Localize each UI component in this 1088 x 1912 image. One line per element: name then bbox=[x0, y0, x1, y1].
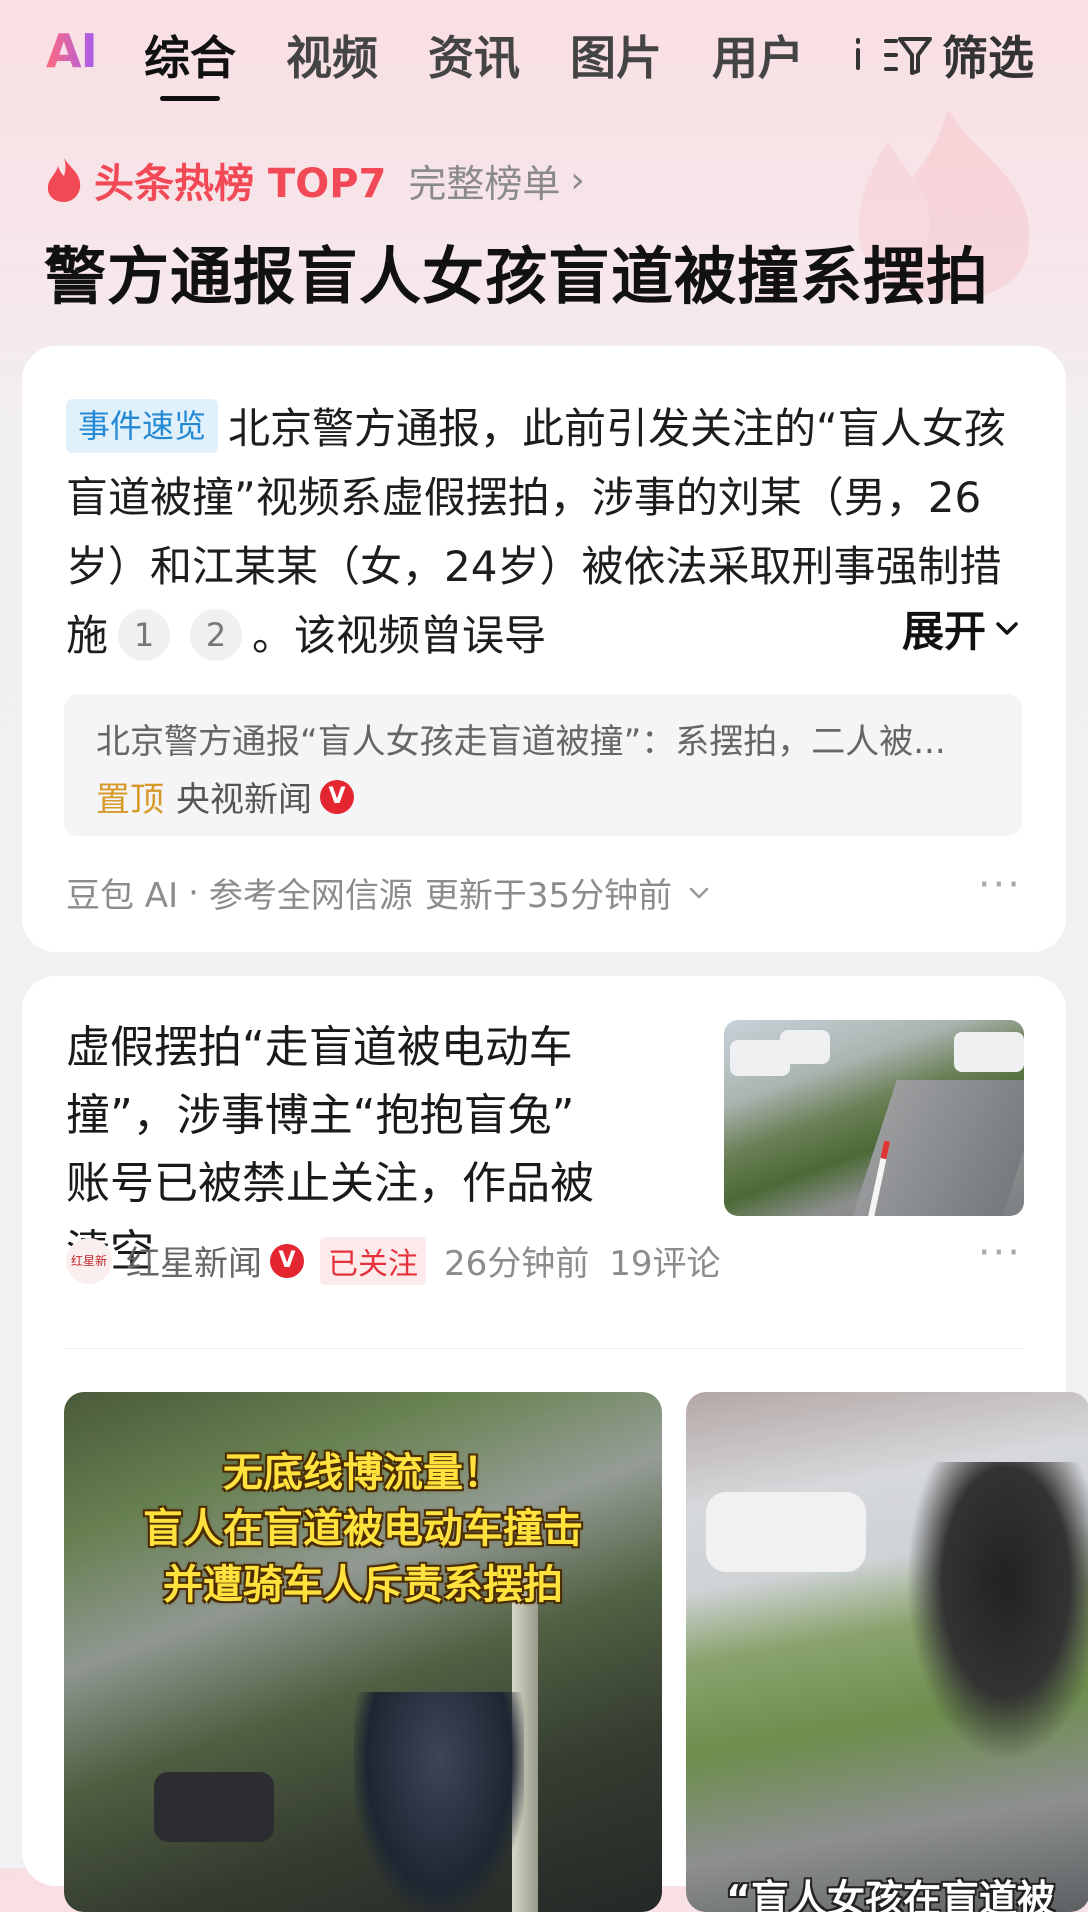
video-caption: “盲人女孩在盲道被 bbox=[726, 1877, 1055, 1912]
chevron-down-icon bbox=[689, 887, 709, 899]
ai-provider: 豆包 AI bbox=[66, 876, 179, 916]
video-caption-line-2: 盲人在盲道被电动车撞击 bbox=[143, 1506, 583, 1552]
video-thumbnail-2[interactable]: “盲人女孩在盲道被 bbox=[686, 1392, 1088, 1912]
active-tab-indicator bbox=[160, 96, 220, 101]
news-card: 虚假摆拍“走盲道被电动车撞”，涉事博主“抱抱盲兔” 账号已被禁止关注，作品被清空… bbox=[22, 976, 1088, 1912]
reference-source-name: 央视新闻 bbox=[176, 780, 312, 820]
tab-overflow-divider bbox=[856, 38, 860, 70]
expand-button[interactable]: 展开 bbox=[841, 598, 1022, 659]
top-tab-bar: AI 综合 视频 资讯 图片 用户 筛选 bbox=[0, 0, 1088, 104]
updated-time: 更新于35分钟前 bbox=[424, 876, 673, 916]
publish-time: 26分钟前 bbox=[444, 1244, 590, 1284]
tab-video[interactable]: 视频 bbox=[286, 22, 378, 88]
reference-source-box[interactable]: 北京警方通报“盲人女孩走盲道被撞”：系摆拍，二人被... 置顶 央视新闻 V bbox=[64, 694, 1022, 836]
chevron-down-icon bbox=[996, 621, 1018, 635]
fire-icon bbox=[47, 158, 81, 202]
event-overview-badge: 事件速览 bbox=[66, 399, 219, 453]
citation-1[interactable]: 1 bbox=[118, 609, 171, 661]
tab-images[interactable]: 图片 bbox=[570, 22, 662, 88]
video-thumbnail-1[interactable]: 无底线博流量！ 盲人在盲道被电动车撞击 并遭骑车人斥责系摆拍 bbox=[64, 1392, 662, 1912]
more-options-button[interactable]: ··· bbox=[978, 862, 1022, 908]
reference-meta: 置顶 央视新闻 V bbox=[96, 772, 354, 821]
ai-summary-card: 事件速览 北京警方通报，此前引发关注的“盲人女孩盲道被撞”视频系虚假摆拍，涉事的刘… bbox=[22, 346, 1066, 952]
source-name[interactable]: 红星新闻 bbox=[126, 1236, 262, 1285]
reference-title: 北京警方通报“盲人女孩走盲道被撞”：系摆拍，二人被... bbox=[96, 722, 946, 762]
full-list-link[interactable]: 完整榜单 bbox=[408, 153, 560, 208]
tab-news[interactable]: 资讯 bbox=[428, 22, 520, 88]
comment-count[interactable]: 19评论 bbox=[609, 1236, 720, 1285]
verified-icon: V bbox=[270, 1243, 304, 1278]
filter-label: 筛选 bbox=[942, 31, 1034, 85]
ai-tab-logo[interactable]: AI bbox=[46, 24, 98, 78]
tab-users[interactable]: 用户 bbox=[712, 22, 804, 88]
summary-footer[interactable]: 豆包 AI · 参考全网信源 更新于35分钟前 bbox=[66, 868, 712, 917]
hot-list-title: 头条热榜 TOP7 bbox=[94, 161, 387, 207]
more-options-button[interactable]: ··· bbox=[978, 1230, 1022, 1276]
citation-2[interactable]: 2 bbox=[190, 609, 243, 661]
tab-comprehensive[interactable]: 综合 bbox=[144, 22, 236, 88]
video-caption-line-1: 无底线博流量！ bbox=[223, 1450, 503, 1496]
video-caption-line-3: 并遭骑车人斥责系摆拍 bbox=[163, 1562, 563, 1608]
summary-tail-text: 。该视频曾误导 bbox=[252, 611, 547, 660]
filter-icon bbox=[884, 37, 932, 75]
footer-separator: · bbox=[188, 872, 199, 913]
expand-label: 展开 bbox=[901, 607, 986, 656]
divider bbox=[66, 1348, 1024, 1349]
hot-list-header[interactable]: 头条热榜 TOP7 完整榜单 › bbox=[44, 150, 585, 210]
news-thumbnail[interactable] bbox=[724, 1020, 1024, 1216]
source-logo[interactable]: 红星新闻 bbox=[66, 1237, 112, 1284]
pinned-label: 置顶 bbox=[96, 780, 164, 820]
hot-headline[interactable]: 警方通报盲人女孩盲道被撞系摆拍 bbox=[44, 226, 989, 316]
followed-badge[interactable]: 已关注 bbox=[320, 1236, 426, 1285]
verified-icon: V bbox=[320, 779, 354, 814]
chevron-right-icon: › bbox=[570, 159, 585, 201]
source-scope: 参考全网信源 bbox=[208, 876, 413, 916]
news-meta: 红星新闻 红星新闻 V 已关注 26分钟前 19评论 bbox=[66, 1236, 721, 1285]
filter-button[interactable]: 筛选 bbox=[882, 22, 1034, 88]
